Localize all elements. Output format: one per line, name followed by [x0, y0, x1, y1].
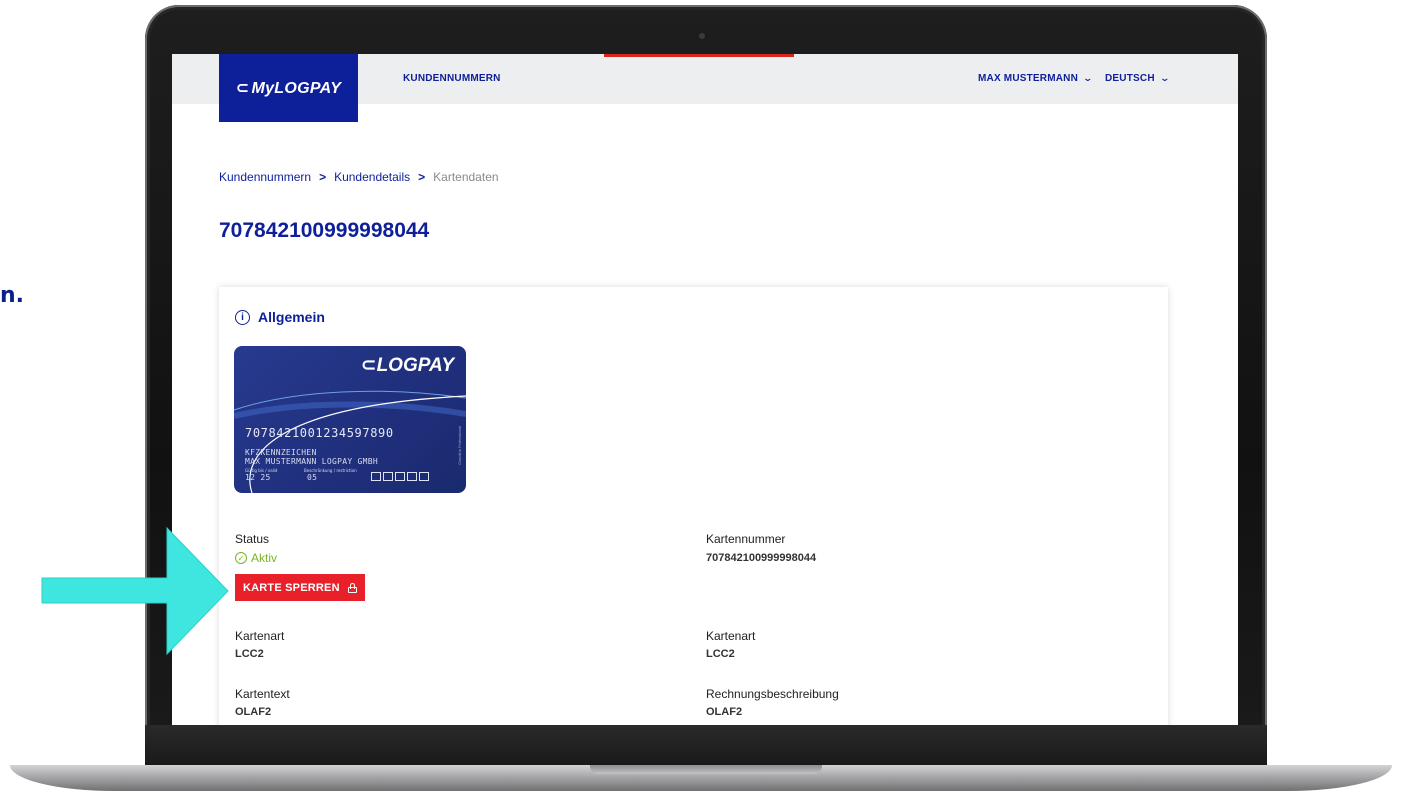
status-value-text: Aktiv — [251, 551, 278, 565]
panel-heading: i Allgemein — [235, 309, 325, 325]
breadcrumb: Kundennummern > Kundendetails > Kartendaten — [219, 170, 499, 184]
mylogpay-logo[interactable]: ⊂ MyLOGPAY — [219, 54, 358, 122]
card-text-value: OLAF2 — [235, 706, 272, 718]
card-logo-swoosh-icon: ⊂ — [360, 355, 377, 376]
card-side-print: Gasolina Professional — [457, 426, 462, 465]
block-card-button-label: KARTE SPERREN — [243, 581, 340, 594]
general-info-panel: i Allgemein ⊂LOGPAY 7078421001234597890 … — [219, 287, 1168, 725]
user-menu-label: MAX MUSTERMANN — [978, 73, 1079, 84]
card-number-value: 707842100999998044 — [706, 552, 817, 564]
card-type-value-right: LCC2 — [706, 648, 735, 660]
card-number-label: Kartennummer — [706, 532, 786, 546]
logo-label: MyLOGPAY — [251, 80, 342, 97]
oil-icon — [395, 472, 405, 481]
lock-icon — [347, 582, 357, 593]
invoice-description-value: OLAF2 — [706, 706, 743, 718]
chevron-down-icon: ⌄ — [1082, 73, 1094, 83]
nav-customer-numbers[interactable]: KUNDENNUMMERN — [403, 73, 501, 84]
card-type-label-right: Kartenart — [706, 629, 756, 643]
laptop-chin — [145, 725, 1267, 765]
laptop-screen: ⊂ MyLOGPAY KUNDENNUMMERN MAX MUSTERMANN ⌄ … — [172, 54, 1238, 725]
breadcrumb-separator-icon: > — [418, 170, 426, 184]
screen-top-accent — [604, 54, 794, 57]
chevron-down-icon: ⌄ — [1159, 73, 1171, 83]
card-type-label: Kartenart — [235, 629, 285, 643]
panel-heading-label: Allgemein — [258, 309, 325, 325]
laptop-camera — [699, 33, 705, 39]
partial-heading-fragment: n. — [0, 283, 25, 308]
card-embossed-number: 7078421001234597890 — [245, 426, 394, 440]
breadcrumb-link-customer-details[interactable]: Kundendetails — [334, 170, 410, 184]
card-valid-value: 12 25 — [245, 473, 271, 482]
fuel-icon — [371, 472, 381, 481]
breadcrumb-link-customer-numbers[interactable]: Kundennummern — [219, 170, 311, 184]
card-brand-label: LOGPAY — [376, 355, 454, 376]
invoice-description-label: Rechnungsbeschreibung — [706, 687, 839, 701]
status-value: ✓ Aktiv — [235, 551, 277, 565]
card-plate-line: KFZKENNZEICHEN — [245, 448, 317, 457]
card-text-label: Kartentext — [235, 687, 290, 701]
status-label: Status — [235, 532, 270, 546]
page-title: 707842100999998044 — [219, 219, 430, 242]
logo-swoosh-icon: ⊂ — [235, 80, 250, 97]
breadcrumb-separator-icon: > — [319, 170, 327, 184]
fuel-card-image: ⊂LOGPAY 7078421001234597890 KFZKENNZEICH… — [234, 346, 466, 493]
user-menu[interactable]: MAX MUSTERMANN ⌄ — [978, 73, 1094, 84]
car-wash-icon — [383, 472, 393, 481]
language-menu[interactable]: DEUTSCH ⌄ — [1105, 73, 1171, 84]
laptop-base-notch — [590, 765, 822, 774]
card-holder-line: MAX MUSTERMANN LOGPAY GMBH — [245, 457, 379, 466]
toll-icon — [407, 472, 417, 481]
block-card-button[interactable]: KARTE SPERREN — [235, 574, 365, 601]
card-service-icons — [371, 472, 429, 481]
breadcrumb-current-card-data: Kartendaten — [433, 170, 499, 184]
highlight-arrow-icon — [41, 526, 229, 655]
language-menu-label: DEUTSCH — [1105, 73, 1155, 84]
card-restriction-value: 05 — [307, 473, 318, 482]
service-icon — [419, 472, 429, 481]
info-icon: i — [235, 309, 250, 325]
